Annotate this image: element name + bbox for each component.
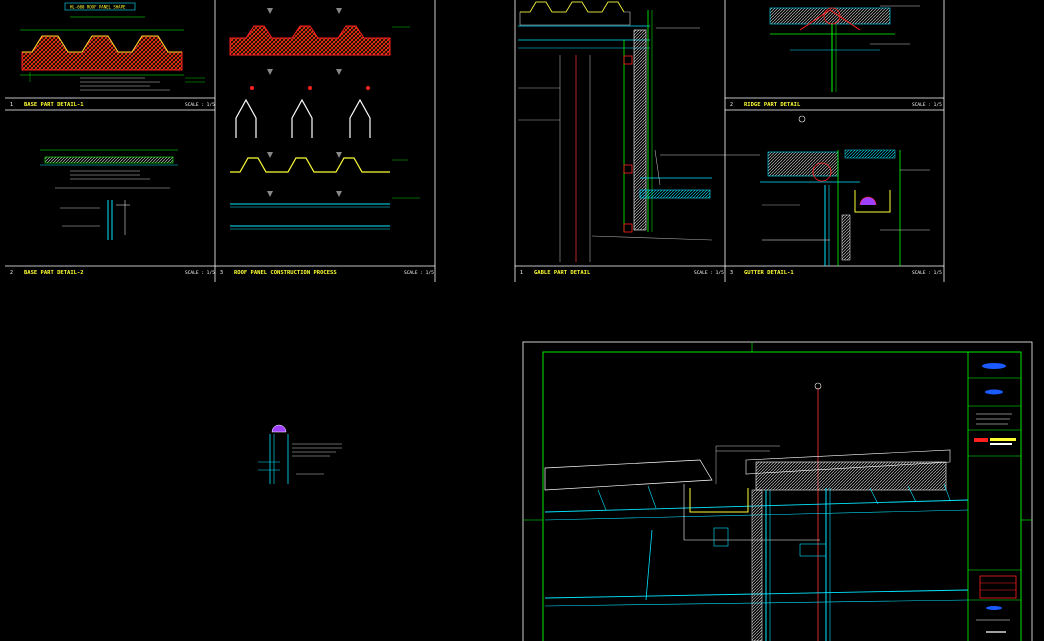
title-block-gable: 1 GABLE PART DETAIL SCALE : 1/5 bbox=[520, 270, 724, 276]
drawing-title: RIDGE PART DETAIL bbox=[744, 102, 801, 108]
title-block-ridge: 2 RIDGE PART DETAIL SCALE : 1/5 bbox=[730, 102, 942, 108]
drawing-title: BASE PART DETAIL-1 bbox=[24, 102, 84, 108]
svg-text:1: 1 bbox=[10, 102, 13, 108]
drawing-title: GABLE PART DETAIL bbox=[534, 270, 591, 276]
svg-text:3: 3 bbox=[220, 270, 223, 276]
cad-drawing-canvas[interactable]: HL-600 ROOF PANEL SHAPE 1 BASE PART DETA… bbox=[0, 0, 1044, 641]
anchor-bolt-icon bbox=[271, 424, 287, 433]
drawing-scale: SCALE : 1/5 bbox=[404, 270, 434, 276]
svg-text:1: 1 bbox=[520, 270, 523, 276]
gable-part-detail-drawing bbox=[518, 1, 760, 262]
ridge-part-detail-drawing bbox=[769, 5, 920, 92]
base-part-detail-1-drawing: HL-600 ROOF PANEL SHAPE bbox=[20, 2, 205, 91]
svg-text:3: 3 bbox=[730, 270, 733, 276]
drawing-title: GUTTER DETAIL-1 bbox=[744, 270, 794, 276]
sheet-bottom-right bbox=[522, 341, 1033, 641]
panel-shape-tag: HL-600 ROOF PANEL SHAPE bbox=[70, 5, 126, 10]
drawing-scale: SCALE : 1/5 bbox=[912, 270, 942, 276]
base-part-detail-2-drawing bbox=[40, 149, 178, 240]
sheet-top-right bbox=[514, 0, 945, 282]
title-block-detail-1: 1 BASE PART DETAIL-1 SCALE : 1/5 bbox=[10, 102, 215, 108]
drawing-scale: SCALE : 1/5 bbox=[185, 270, 215, 276]
drawing-scale: SCALE : 1/5 bbox=[912, 102, 942, 108]
gutter-detail-1-drawing bbox=[760, 115, 930, 266]
drawing-scale: SCALE : 1/5 bbox=[185, 102, 215, 108]
section-marker-icon bbox=[798, 115, 806, 123]
title-block-gutter: 3 GUTTER DETAIL-1 SCALE : 1/5 bbox=[730, 270, 942, 276]
svg-text:2: 2 bbox=[730, 102, 733, 108]
title-block-detail-2: 2 BASE PART DETAIL-2 SCALE : 1/5 bbox=[10, 270, 215, 276]
drawing-scale: SCALE : 1/5 bbox=[694, 270, 724, 276]
isolated-anchor-detail bbox=[258, 424, 342, 484]
bottom-title-strip bbox=[968, 363, 1021, 633]
bottom-main-section-drawing bbox=[544, 382, 969, 641]
drawing-title: ROOF PANEL CONSTRUCTION PROCESS bbox=[234, 270, 337, 276]
roof-panel-construction-process-drawing bbox=[229, 8, 420, 230]
svg-text:2: 2 bbox=[10, 270, 13, 276]
title-block-detail-3: 3 ROOF PANEL CONSTRUCTION PROCESS SCALE … bbox=[220, 270, 434, 276]
drawing-title: BASE PART DETAIL-2 bbox=[24, 270, 84, 276]
